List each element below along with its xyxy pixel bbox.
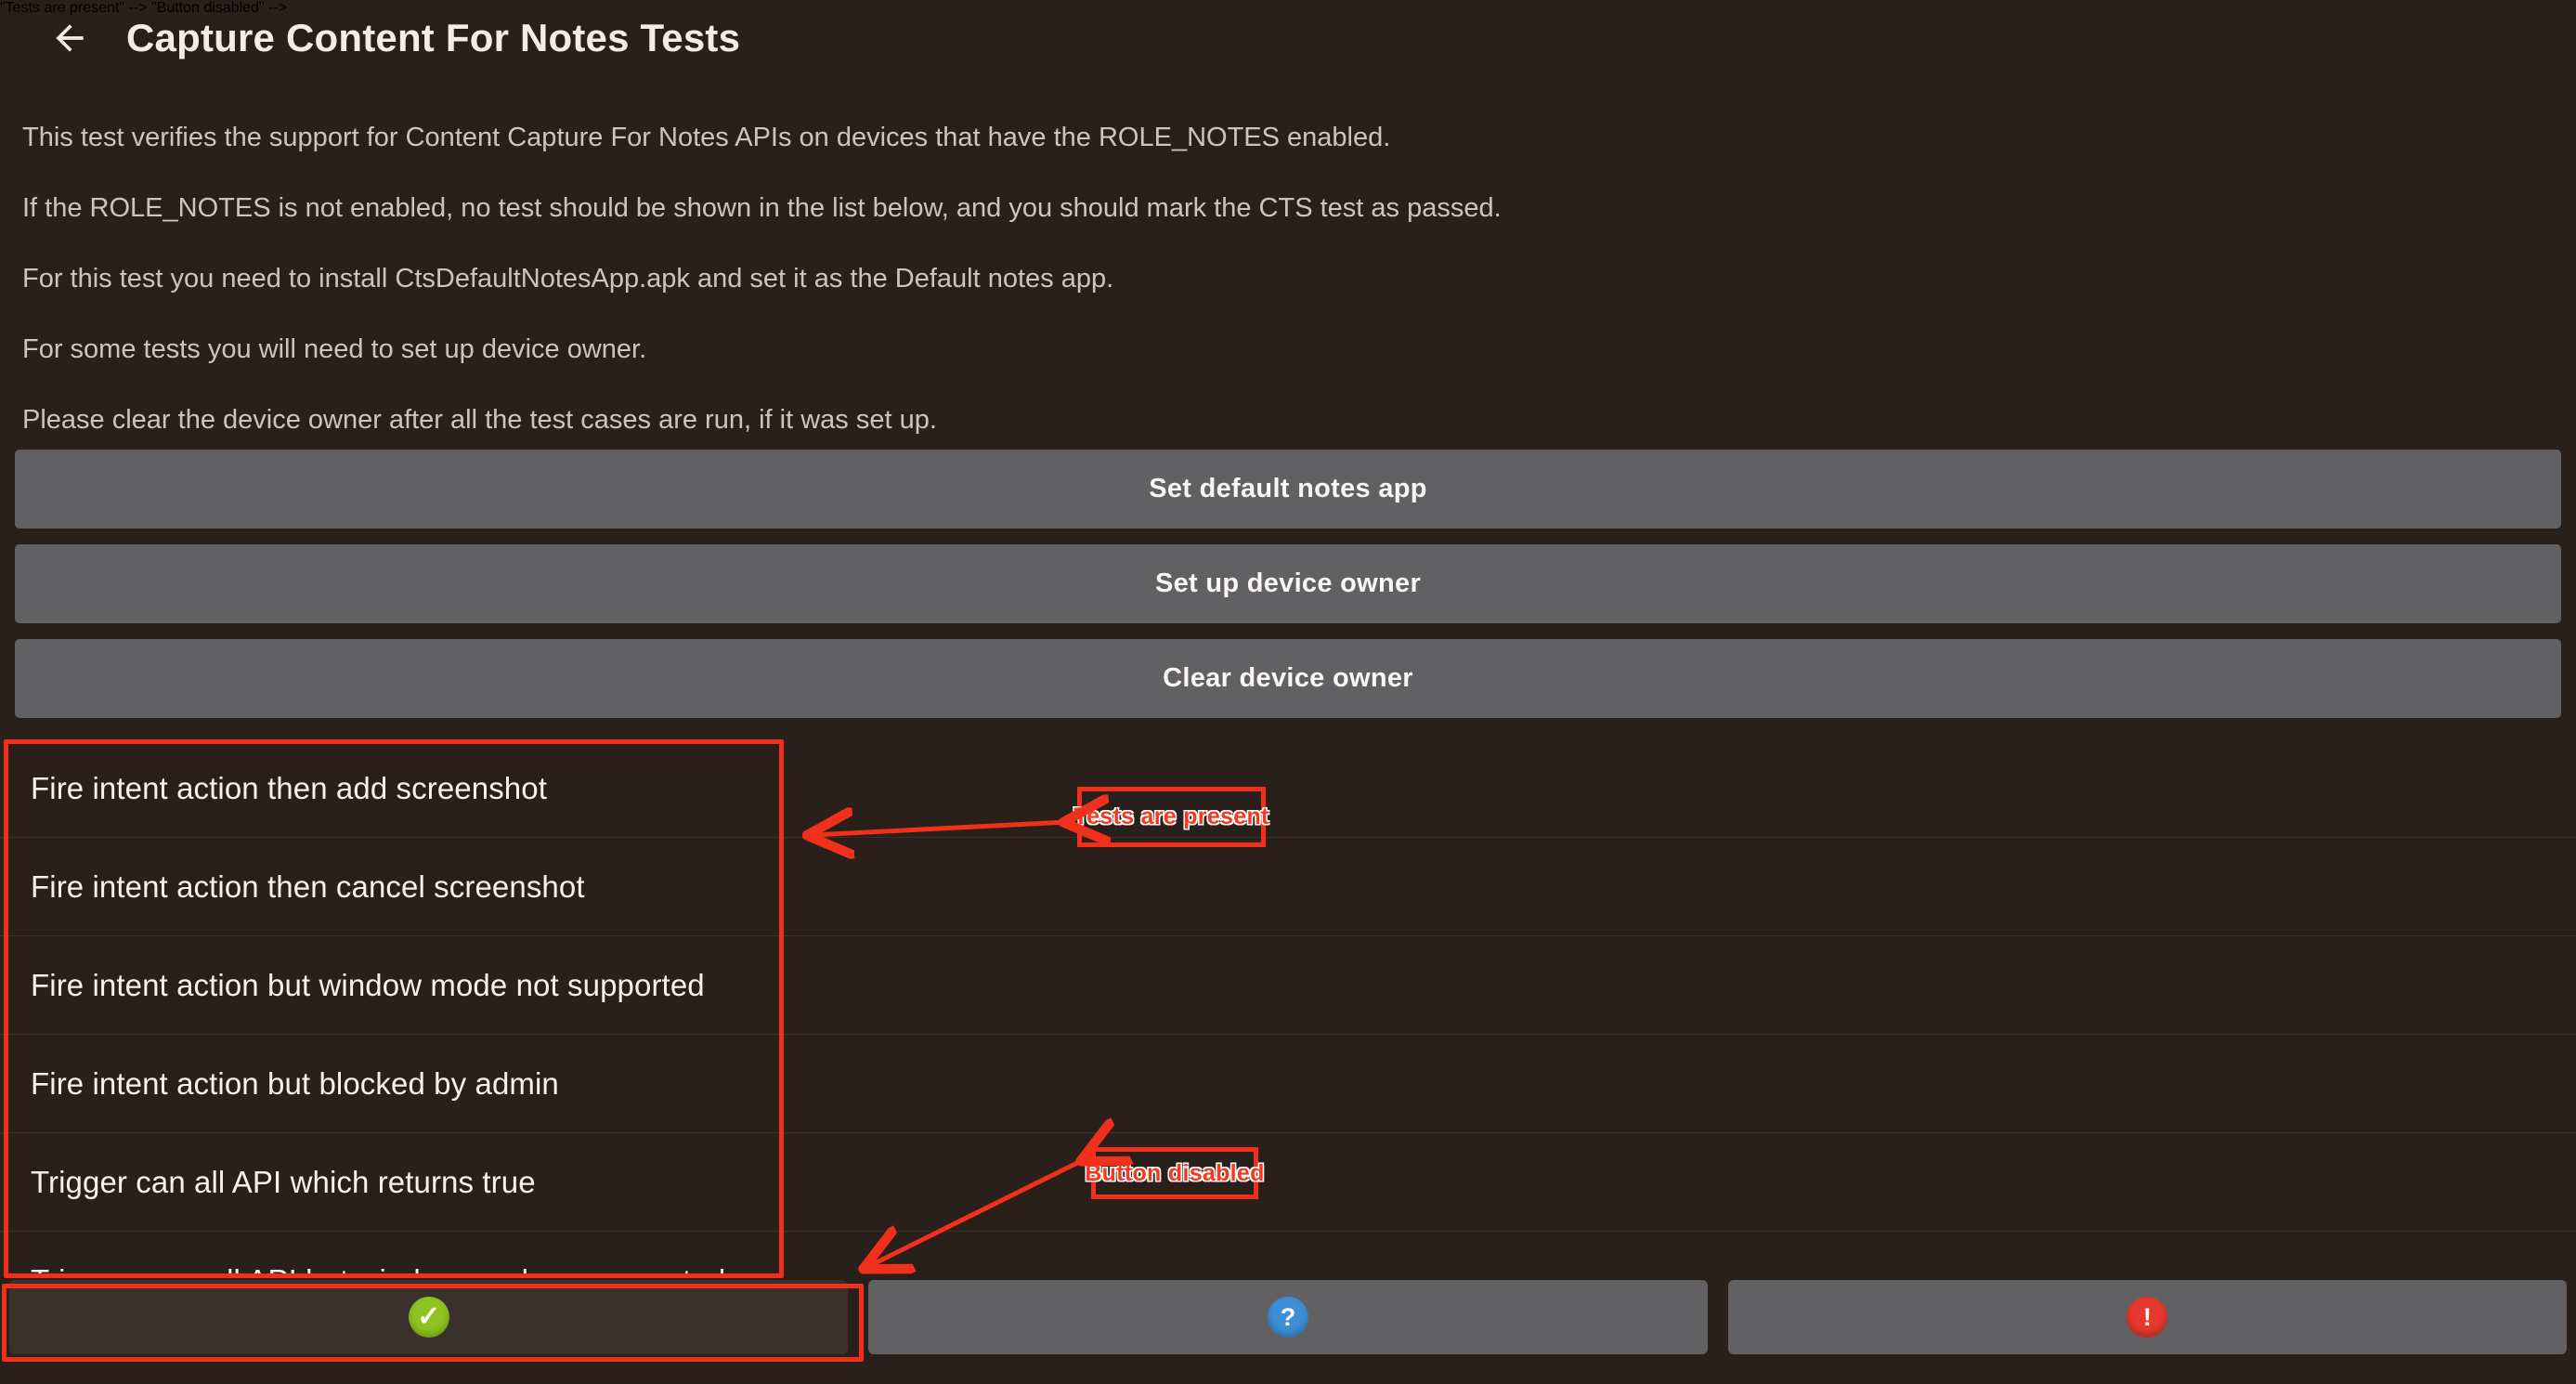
back-button[interactable] [30, 0, 110, 76]
test-list-item[interactable]: Trigger can call API but window mode uns… [0, 1232, 2576, 1278]
setup-buttons-group: Set default notes app Set up device owne… [0, 450, 2576, 734]
fail-button[interactable]: ! [1728, 1280, 2567, 1354]
info-glyph: ? [1281, 1305, 1296, 1330]
test-case-list[interactable]: Fire intent action then add screenshot F… [0, 739, 2576, 1278]
test-list-item[interactable]: Fire intent action but window mode not s… [0, 936, 2576, 1035]
app-bar: Capture Content For Notes Tests [0, 0, 2576, 76]
test-list-item-label: Fire intent action then add screenshot [31, 771, 547, 806]
test-list-item[interactable]: Fire intent action but blocked by admin [0, 1035, 2576, 1133]
set-default-notes-app-button[interactable]: Set default notes app [15, 450, 2561, 529]
pass-button: ✓ [9, 1280, 848, 1354]
description-paragraph: Please clear the device owner after all … [0, 385, 2576, 455]
test-list-item-label: Fire intent action but window mode not s… [31, 968, 705, 1003]
exclamation-circle-icon: ! [2127, 1297, 2167, 1338]
fail-glyph: ! [2143, 1305, 2152, 1330]
arrow-left-icon [49, 18, 90, 59]
description-paragraph: For some tests you will need to set up d… [0, 314, 2576, 385]
description-block: This test verifies the support for Conte… [0, 102, 2576, 455]
description-paragraph: If the ROLE_NOTES is not enabled, no tes… [0, 173, 2576, 243]
check-circle-icon: ✓ [409, 1297, 449, 1338]
test-list-item-label: Trigger can call API but window mode uns… [31, 1263, 725, 1279]
info-button[interactable]: ? [868, 1280, 1707, 1354]
set-up-device-owner-button[interactable]: Set up device owner [15, 544, 2561, 623]
description-paragraph: This test verifies the support for Conte… [0, 102, 2576, 173]
page-title: Capture Content For Notes Tests [126, 16, 740, 60]
test-list-item[interactable]: Trigger can all API which returns true [0, 1133, 2576, 1232]
test-list-item-label: Fire intent action but blocked by admin [31, 1066, 559, 1102]
description-paragraph: For this test you need to install CtsDef… [0, 243, 2576, 314]
pass-glyph: ✓ [417, 1303, 440, 1331]
app-root: Capture Content For Notes Tests This tes… [0, 0, 2576, 1384]
bottom-action-bar: ✓ ? ! [0, 1280, 2576, 1364]
test-list-item[interactable]: Fire intent action then cancel screensho… [0, 838, 2576, 936]
test-list-item-label: Fire intent action then cancel screensho… [31, 869, 585, 905]
question-circle-icon: ? [1268, 1297, 1308, 1338]
test-list-item[interactable]: Fire intent action then add screenshot [0, 739, 2576, 838]
clear-device-owner-button[interactable]: Clear device owner [15, 639, 2561, 718]
test-list-item-label: Trigger can all API which returns true [31, 1165, 536, 1200]
